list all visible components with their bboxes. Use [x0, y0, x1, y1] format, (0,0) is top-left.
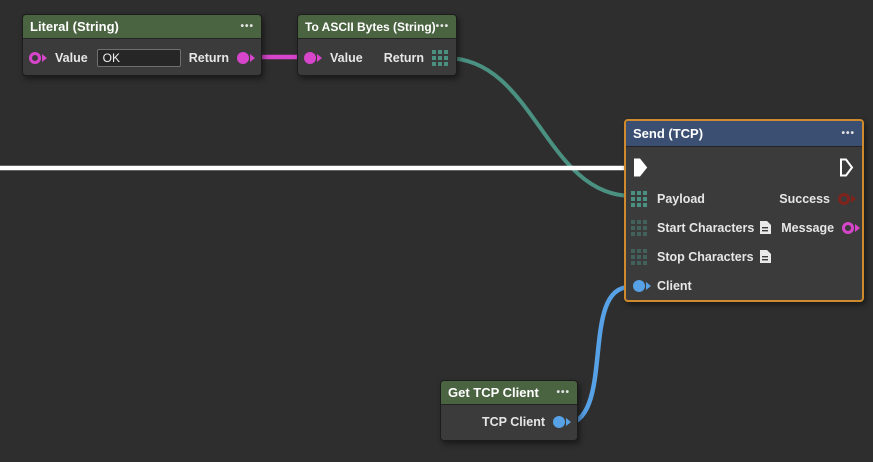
stop-characters-label: Stop Characters: [657, 250, 754, 264]
node-title: Send (TCP): [633, 126, 703, 141]
return-label: Return: [189, 51, 229, 65]
port-circle-icon: [304, 52, 316, 64]
value-input-port[interactable]: [304, 52, 322, 64]
node-menu-icon[interactable]: •••: [436, 22, 450, 32]
node-title: To ASCII Bytes (String): [305, 20, 436, 34]
port-circle-icon: [842, 222, 854, 234]
payload-input-port[interactable]: [631, 191, 647, 207]
port-circle-icon: [237, 52, 249, 64]
success-output-port[interactable]: [838, 193, 856, 205]
client-label: Client: [657, 279, 692, 293]
wire-bytes-to-payload[interactable]: [446, 58, 632, 196]
message-label: Message: [781, 221, 834, 235]
node-header[interactable]: Literal (String) •••: [23, 15, 261, 39]
start-characters-input-port[interactable]: [631, 220, 647, 236]
node-literal-string[interactable]: Literal (String) ••• Value Return: [22, 14, 262, 76]
client-input-port[interactable]: [633, 280, 651, 292]
port-notch-icon: [42, 54, 47, 62]
stop-characters-input-port[interactable]: [631, 249, 647, 265]
node-header[interactable]: Get TCP Client •••: [441, 381, 577, 405]
value-label: Value: [330, 51, 363, 65]
return-label: Return: [384, 51, 424, 65]
success-label: Success: [779, 192, 830, 206]
payload-label: Payload: [657, 192, 705, 206]
return-output-port[interactable]: [237, 52, 255, 64]
node-get-tcp-client[interactable]: Get TCP Client ••• TCP Client: [440, 380, 578, 441]
port-notch-icon: [851, 195, 856, 203]
node-send-tcp[interactable]: Send (TCP) ••• Payload Success Start Cha…: [624, 119, 864, 302]
node-menu-icon[interactable]: •••: [556, 388, 570, 398]
node-title: Literal (String): [30, 19, 119, 34]
document-icon: [759, 250, 771, 263]
port-circle-icon: [633, 280, 645, 292]
value-label: Value: [55, 51, 88, 65]
node-to-ascii-bytes[interactable]: To ASCII Bytes (String) ••• Value Return: [297, 14, 457, 76]
tcp-client-output-port[interactable]: [553, 416, 571, 428]
flow-out-port[interactable]: [839, 158, 854, 177]
port-circle-icon: [838, 193, 850, 205]
node-menu-icon[interactable]: •••: [240, 22, 254, 32]
port-circle-icon: [29, 52, 41, 64]
value-input-port[interactable]: [29, 52, 47, 64]
node-menu-icon[interactable]: •••: [841, 129, 855, 139]
message-output-port[interactable]: [842, 222, 860, 234]
node-header[interactable]: To ASCII Bytes (String) •••: [298, 15, 456, 39]
port-notch-icon: [317, 54, 322, 62]
node-graph-canvas[interactable]: { "colors": { "background": "#2e2e2e", "…: [0, 0, 873, 462]
port-notch-icon: [250, 54, 255, 62]
port-circle-icon: [553, 416, 565, 428]
bytes-grid-port[interactable]: [432, 50, 448, 66]
port-notch-icon: [855, 224, 860, 232]
value-input[interactable]: [97, 49, 181, 67]
port-notch-icon: [646, 282, 651, 290]
node-header[interactable]: Send (TCP) •••: [626, 121, 862, 147]
flow-in-port[interactable]: [633, 158, 648, 177]
port-notch-icon: [566, 418, 571, 426]
start-characters-label: Start Characters: [657, 221, 754, 235]
tcp-client-label: TCP Client: [482, 415, 545, 429]
node-title: Get TCP Client: [448, 385, 539, 400]
document-icon: [759, 221, 771, 234]
